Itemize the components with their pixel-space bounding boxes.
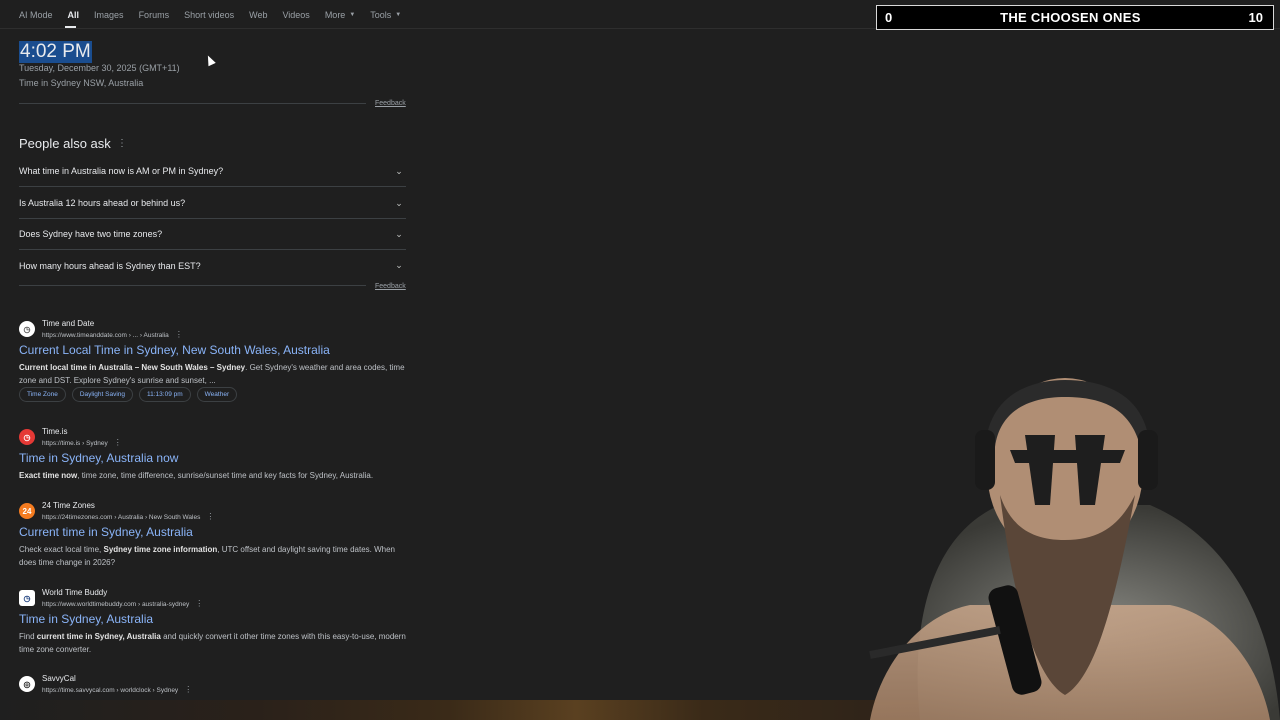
result-site-name: Time and Date xyxy=(42,319,95,328)
feedback-link[interactable]: Feedback xyxy=(375,283,406,290)
tab-label: AI Mode xyxy=(19,10,53,20)
tab-tools[interactable]: Tools ▼ xyxy=(370,10,401,20)
chip-daylight-saving[interactable]: Daylight Saving xyxy=(71,387,133,402)
tab-label: More xyxy=(324,10,346,20)
tab-label: Forums xyxy=(138,10,170,20)
result-title-link[interactable]: Time in Sydney, Australia now xyxy=(19,451,178,465)
result-url-text: https://time.savvycal.com › worldclock ›… xyxy=(42,687,179,694)
result-url[interactable]: https://time.is › Sydney ⋮ xyxy=(42,438,122,447)
snippet-pre: Check exact local time, xyxy=(19,545,104,554)
result-url-text: https://www.timeanddate.com › ... › Aust… xyxy=(42,332,169,339)
timeanddate-icon: ◷ xyxy=(19,321,35,337)
result-snippet: Find current time in Sydney, Australia a… xyxy=(19,630,414,656)
right-score: 10 xyxy=(1248,10,1263,25)
snippet-bold: Sydney time zone information xyxy=(103,545,218,554)
tab-label: Short videos xyxy=(184,10,235,20)
time-location: Time in Sydney NSW, Australia xyxy=(19,78,144,88)
result-title-link[interactable]: Current time in Sydney, Australia xyxy=(19,525,193,539)
result-url-text: https://time.is › Sydney xyxy=(42,440,108,447)
result-url-text: https://24timezones.com › Australia › Ne… xyxy=(42,514,201,521)
result-url[interactable]: https://time.savvycal.com › worldclock ›… xyxy=(42,685,192,694)
tab-ai-mode[interactable]: AI Mode xyxy=(19,10,53,20)
result-url-text: https://www.worldtimebuddy.com › austral… xyxy=(42,601,190,608)
worldtimebuddy-icon: ◷ xyxy=(19,590,35,606)
mouse-cursor-icon xyxy=(204,53,216,67)
more-options-icon[interactable]: ⋮ xyxy=(195,599,203,608)
chip-time-zone[interactable]: Time Zone xyxy=(19,387,66,402)
tab-more[interactable]: More ▼ xyxy=(325,10,355,20)
result-site-name: SavvyCal xyxy=(42,674,76,683)
chip-time[interactable]: 11:13:09 pm xyxy=(139,387,191,402)
divider xyxy=(19,285,366,286)
result-snippet: Exact time now, time zone, time differen… xyxy=(19,469,414,482)
result-site-name: 24 Time Zones xyxy=(42,501,95,510)
scoreboard-overlay: 0 THE CHOOSEN ONES 10 xyxy=(876,5,1274,30)
timeis-icon: ◷ xyxy=(19,429,35,445)
current-time: 4:02 PM xyxy=(19,41,92,63)
result-url[interactable]: https://24timezones.com › Australia › Ne… xyxy=(42,512,214,521)
streamer-figure xyxy=(869,378,1280,720)
chevron-down-icon[interactable]: ⌄ xyxy=(392,164,406,178)
paa-question[interactable]: Is Australia 12 hours ahead or behind us… xyxy=(19,188,406,219)
tab-label: Web xyxy=(249,10,268,20)
tab-label: Images xyxy=(94,10,124,20)
tab-videos[interactable]: Videos xyxy=(282,10,309,20)
people-also-ask-title: People also ask xyxy=(19,136,111,151)
more-options-icon[interactable]: ⋮ xyxy=(117,138,127,149)
tab-web[interactable]: Web xyxy=(249,10,267,20)
chevron-down-icon: ▼ xyxy=(395,12,402,18)
snippet-bold: Current local time in Australia – New So… xyxy=(19,363,246,372)
paa-question-text: Is Australia 12 hours ahead or behind us… xyxy=(19,198,186,208)
result-site-name: Time.is xyxy=(42,427,68,436)
result-snippet: Check exact local time, Sydney time zone… xyxy=(19,543,414,569)
chevron-down-icon: ▼ xyxy=(349,12,356,18)
more-options-icon[interactable]: ⋮ xyxy=(184,685,192,694)
webcam-overlay xyxy=(850,375,1280,720)
search-tabs: AI Mode All Images Forums Short videos W… xyxy=(19,8,416,22)
chip-weather[interactable]: Weather xyxy=(196,387,238,402)
more-options-icon[interactable]: ⋮ xyxy=(206,512,214,521)
tab-label: Videos xyxy=(282,10,310,20)
current-date: Tuesday, December 30, 2025 (GMT+11) xyxy=(19,63,180,73)
result-snippet: Current local time in Australia – New So… xyxy=(19,361,414,387)
result-title-link[interactable]: Time in Sydney, Australia xyxy=(19,612,153,626)
tab-images[interactable]: Images xyxy=(94,10,124,20)
tab-label: Tools xyxy=(370,10,392,20)
chevron-down-icon[interactable]: ⌄ xyxy=(392,196,406,210)
paa-question-text: Does Sydney have two time zones? xyxy=(19,229,163,239)
paa-question-text: How many hours ahead is Sydney than EST? xyxy=(19,260,201,271)
divider xyxy=(19,103,366,104)
feedback-link[interactable]: Feedback xyxy=(375,100,406,107)
tab-forums[interactable]: Forums xyxy=(139,10,170,20)
snippet-bold: current time in Sydney, Australia xyxy=(36,632,161,641)
result-chips: Time Zone Daylight Saving 11:13:09 pm We… xyxy=(19,387,238,402)
snippet-pre: Find xyxy=(19,632,37,641)
paa-question[interactable]: What time in Australia now is AM or PM i… xyxy=(19,156,406,187)
more-options-icon[interactable]: ⋮ xyxy=(175,330,183,339)
scoreboard-title: THE CHOOSEN ONES xyxy=(1000,10,1141,25)
tab-all[interactable]: All xyxy=(68,10,80,20)
result-site-name: World Time Buddy xyxy=(42,588,108,597)
more-options-icon[interactable]: ⋮ xyxy=(114,438,122,447)
paa-question[interactable]: How many hours ahead is Sydney than EST?… xyxy=(19,250,406,281)
left-score: 0 xyxy=(885,10,893,25)
result-url[interactable]: https://www.worldtimebuddy.com › austral… xyxy=(42,599,203,608)
paa-question[interactable]: Does Sydney have two time zones? ⌄ xyxy=(19,219,406,250)
savvycal-icon: ◎ xyxy=(19,676,35,692)
snippet-text: , time zone, time difference, sunrise/su… xyxy=(77,471,374,480)
chevron-down-icon[interactable]: ⌄ xyxy=(392,259,406,273)
chevron-down-icon[interactable]: ⌄ xyxy=(392,227,406,241)
paa-question-text: What time in Australia now is AM or PM i… xyxy=(19,166,224,176)
result-title-link[interactable]: Current Local Time in Sydney, New South … xyxy=(19,343,330,357)
24timezones-icon: 24 xyxy=(19,503,35,519)
tab-label: All xyxy=(67,10,80,20)
result-url[interactable]: https://www.timeanddate.com › ... › Aust… xyxy=(42,330,183,339)
snippet-bold: Exact time now xyxy=(19,471,78,480)
tab-short-videos[interactable]: Short videos xyxy=(184,10,234,20)
